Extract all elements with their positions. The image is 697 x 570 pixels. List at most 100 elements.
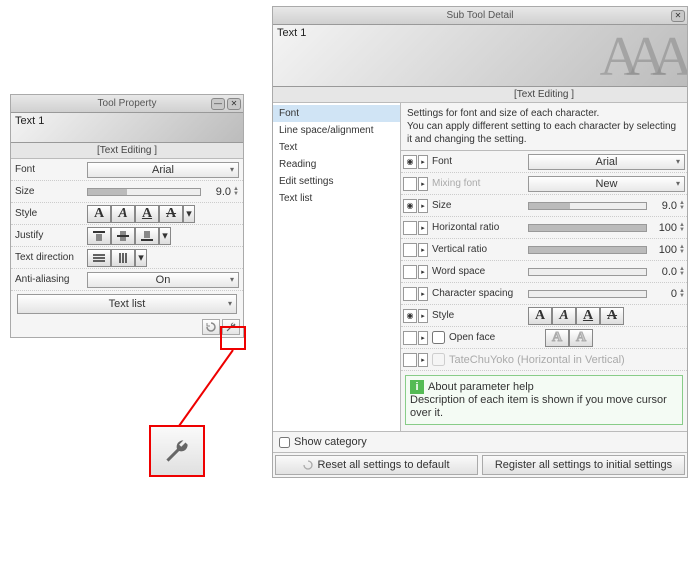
d-ws-label: Word space bbox=[432, 266, 528, 277]
d-font-label: Font bbox=[432, 156, 528, 167]
tp-title: Tool Property bbox=[98, 98, 157, 109]
expand-icon[interactable]: ▸ bbox=[418, 155, 428, 169]
cat-font[interactable]: Font bbox=[273, 105, 400, 122]
d-hr-label: Horizontal ratio bbox=[432, 222, 528, 233]
reset-icon[interactable] bbox=[202, 319, 220, 335]
openface-checkbox[interactable] bbox=[432, 331, 445, 344]
std-banner: Text 1 AAA bbox=[273, 25, 687, 87]
style-underline[interactable]: A bbox=[135, 205, 159, 223]
justify-top[interactable] bbox=[87, 227, 111, 245]
eye-icon[interactable]: ◉ bbox=[403, 155, 417, 169]
close-button[interactable]: ✕ bbox=[227, 98, 241, 110]
std-section: [Text Editing ] bbox=[273, 87, 687, 103]
show-category-checkbox[interactable] bbox=[279, 437, 290, 448]
close-button[interactable]: ✕ bbox=[671, 10, 685, 22]
show-category-row: Show category bbox=[273, 431, 687, 452]
d-hr-spin[interactable]: 100▲▼ bbox=[651, 222, 685, 234]
cat-textlist[interactable]: Text list bbox=[273, 190, 400, 207]
tp-footer bbox=[11, 317, 243, 337]
aa-dropdown[interactable]: On bbox=[87, 272, 239, 288]
expand-icon[interactable]: ▸ bbox=[418, 199, 428, 213]
of-outline2[interactable]: A bbox=[569, 329, 593, 347]
eye-icon[interactable] bbox=[403, 243, 417, 257]
expand-icon[interactable]: ▸ bbox=[418, 243, 428, 257]
register-all-button[interactable]: Register all settings to initial setting… bbox=[482, 455, 685, 475]
size-spinner[interactable]: 9.0▲▼ bbox=[205, 186, 239, 198]
d-style-underline[interactable]: A bbox=[576, 307, 600, 325]
justify-label: Justify bbox=[15, 230, 87, 241]
expand-icon[interactable]: ▸ bbox=[418, 309, 428, 323]
tp-banner: Text 1 bbox=[11, 113, 243, 143]
eye-icon[interactable]: ◉ bbox=[403, 199, 417, 213]
d-ws-spin[interactable]: 0.0▲▼ bbox=[651, 266, 685, 278]
category-description: Settings for font and size of each chara… bbox=[401, 103, 687, 151]
d-hr-slider[interactable] bbox=[528, 224, 647, 232]
justify-more[interactable]: ▾ bbox=[159, 227, 171, 245]
d-size-spin[interactable]: 9.0▲▼ bbox=[651, 200, 685, 212]
font-label: Font bbox=[15, 164, 87, 175]
size-slider[interactable] bbox=[87, 188, 201, 196]
help-body: Description of each item is shown if you… bbox=[410, 394, 678, 420]
expand-icon[interactable]: ▸ bbox=[418, 177, 428, 191]
dir-label: Text direction bbox=[15, 252, 87, 263]
d-vr-slider[interactable] bbox=[528, 246, 647, 254]
expand-icon[interactable]: ▸ bbox=[418, 265, 428, 279]
minimize-button[interactable]: — bbox=[211, 98, 225, 110]
dir-buttons: ▾ bbox=[87, 249, 147, 267]
dir-more[interactable]: ▾ bbox=[135, 249, 147, 267]
cat-text[interactable]: Text bbox=[273, 139, 400, 156]
highlight-small bbox=[220, 326, 246, 350]
justify-bottom[interactable] bbox=[135, 227, 159, 245]
d-ws-slider[interactable] bbox=[528, 268, 647, 276]
of-outline1[interactable]: A bbox=[545, 329, 569, 347]
expand-icon[interactable]: ▸ bbox=[418, 353, 428, 367]
tool-property-panel: Tool Property — ✕ Text 1 [Text Editing ]… bbox=[10, 94, 244, 338]
std-titlebar: Sub Tool Detail ✕ bbox=[273, 7, 687, 25]
help-title: About parameter help bbox=[428, 381, 534, 393]
d-mix-label: Mixing font bbox=[432, 178, 528, 189]
eye-icon[interactable] bbox=[403, 287, 417, 301]
reset-all-button[interactable]: Reset all settings to default bbox=[275, 455, 478, 475]
size-label: Size bbox=[15, 186, 87, 197]
eye-icon[interactable] bbox=[403, 221, 417, 235]
d-font-dropdown[interactable]: Arial bbox=[528, 154, 685, 170]
style-italic[interactable]: A bbox=[111, 205, 135, 223]
d-style-bold[interactable]: A bbox=[528, 307, 552, 325]
highlight-large bbox=[149, 425, 205, 477]
eye-icon[interactable] bbox=[403, 331, 417, 345]
eye-icon[interactable]: ◉ bbox=[403, 309, 417, 323]
font-dropdown[interactable]: Arial bbox=[87, 162, 239, 178]
tp-titlebar: Tool Property — ✕ bbox=[11, 95, 243, 113]
style-more[interactable]: ▾ bbox=[183, 205, 195, 223]
d-cs-slider[interactable] bbox=[528, 290, 647, 298]
cat-linespace[interactable]: Line space/alignment bbox=[273, 122, 400, 139]
d-size-slider[interactable] bbox=[528, 202, 647, 210]
expand-icon[interactable]: ▸ bbox=[418, 287, 428, 301]
d-cs-spin[interactable]: 0▲▼ bbox=[651, 288, 685, 300]
d-of-label: Open face bbox=[449, 332, 545, 343]
eye-icon[interactable] bbox=[403, 265, 417, 279]
help-box: iAbout parameter help Description of eac… bbox=[405, 375, 683, 425]
d-style-italic[interactable]: A bbox=[552, 307, 576, 325]
d-vr-spin[interactable]: 100▲▼ bbox=[651, 244, 685, 256]
cat-editsettings[interactable]: Edit settings bbox=[273, 173, 400, 190]
expand-icon[interactable]: ▸ bbox=[418, 221, 428, 235]
dir-vertical[interactable] bbox=[111, 249, 135, 267]
style-strike[interactable]: A bbox=[159, 205, 183, 223]
textlist-button[interactable]: Text list bbox=[17, 294, 237, 314]
eye-icon[interactable] bbox=[403, 177, 417, 191]
std-banner-text: Text 1 bbox=[277, 27, 306, 39]
eye-icon[interactable] bbox=[403, 353, 417, 367]
justify-buttons: ▾ bbox=[87, 227, 171, 245]
aa-label: Anti-aliasing bbox=[15, 274, 87, 285]
justify-center[interactable] bbox=[111, 227, 135, 245]
d-cs-label: Character spacing bbox=[432, 288, 528, 299]
dir-horizontal[interactable] bbox=[87, 249, 111, 267]
d-mix-dropdown[interactable]: New bbox=[528, 176, 685, 192]
style-bold[interactable]: A bbox=[87, 205, 111, 223]
cat-reading[interactable]: Reading bbox=[273, 156, 400, 173]
d-tcy-label: TateChuYoko (Horizontal in Vertical) bbox=[449, 354, 625, 366]
d-style-strike[interactable]: A bbox=[600, 307, 624, 325]
connector-line bbox=[175, 348, 255, 428]
expand-icon[interactable]: ▸ bbox=[418, 331, 428, 345]
